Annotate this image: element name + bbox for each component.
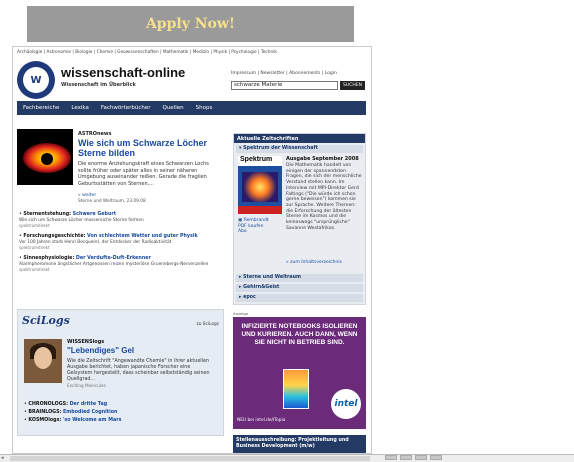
news-item: • Sinnesphysiologie: Der Verdufte-Duft-E… [19, 256, 209, 273]
face [34, 347, 52, 369]
link-abo[interactable]: Abo [238, 229, 284, 235]
scilogs-logo[interactable]: SciLogs [22, 314, 70, 327]
banner-label: Apply Now! [145, 16, 236, 32]
news-item: • Sternentstehung: Schwere Geburt Wie si… [19, 212, 144, 229]
news-source: spektrumdirekt [19, 245, 50, 251]
magazine-tab-gehirngeist[interactable]: ▸ Gehirn&Geist [236, 284, 363, 292]
astronews-more-link[interactable]: » weiter [78, 193, 96, 198]
news-desc: Alarmpheromone ängstlicher Artgenossen r… [19, 261, 209, 267]
news-category: Forschungsgeschichte: [23, 234, 86, 239]
webpage: Archäologie | Astronomie | Biologie | Ch… [12, 46, 372, 454]
intel-logo: intel [331, 389, 361, 419]
intel-ad[interactable]: INFIZIERTE NOTEBOOKS ISOLIEREN UND KURIE… [233, 317, 366, 429]
scilogs-link[interactable]: zu SciLogs [196, 322, 219, 327]
news-title-link[interactable]: Von schlechtem Wetter und guter Physik [87, 234, 198, 239]
blog-text: Wie die Zeitschrift "Angewandte Chemie" … [67, 359, 210, 388]
toc-link[interactable]: » zum Inhaltsverzeichnis [286, 260, 342, 265]
job-posting[interactable]: Stellenausschreibung: Projektleitung und… [233, 435, 366, 453]
magazines-title: Aktuelle Zeitschriften [234, 134, 365, 143]
utility-links[interactable]: Impressum | Newsletter | Abonnements | L… [231, 71, 337, 76]
tray-icon[interactable] [400, 455, 412, 460]
subject-links[interactable]: Archäologie | Astronomie | Biologie | Ch… [17, 50, 277, 55]
scrollbar-thumb[interactable] [10, 456, 370, 461]
astronews-headline[interactable]: Wie sich um Schwarze Löcher Sterne bilde… [78, 138, 218, 158]
cover-art [242, 172, 278, 202]
apply-now-banner[interactable]: Apply Now! [27, 6, 354, 42]
issue-description: Die Mathematik handelt von einigen der s… [286, 163, 362, 231]
blog-link-item: • CHRONOLOGS: Der dritte Tag [24, 402, 108, 407]
search-button[interactable]: SUCHEN [340, 81, 365, 90]
nav-quellen[interactable]: Quellen [156, 105, 189, 111]
issue-links: ▣ Rembrandt PDF kaufen Abo [238, 218, 284, 235]
brand-tagline: Wissenschaft im Überblick [61, 82, 136, 88]
news-desc: Wie sich um Schwarze Löcher massereiche … [19, 217, 144, 223]
blog-source: Exciting Molecules [67, 383, 106, 388]
news-title-link[interactable]: Schwere Geburt [73, 212, 116, 217]
news-title-link[interactable]: Der Verdufte-Duft-Erkenner [76, 256, 151, 261]
ad-visual [283, 369, 309, 409]
ad-footer: NEU bei intel.de/ITopia [237, 418, 286, 423]
magazine-cover[interactable]: Spektrum [238, 156, 282, 214]
ad-label: Anzeige [233, 311, 249, 316]
news-category: Sternentstehung: [23, 212, 72, 217]
tray-icon[interactable] [430, 455, 442, 460]
magazine-tab-suw[interactable]: ▸ Sterne und Weltraum [236, 274, 363, 282]
author-photo [24, 339, 62, 383]
magazine-tab-epoc[interactable]: ▸ epoc [236, 294, 363, 302]
magazines-box: Aktuelle Zeitschriften ▾ Spektrum der Wi… [233, 133, 366, 305]
scroll-left-icon[interactable]: ◂ [1, 455, 4, 461]
nav-fachbereiche[interactable]: Fachbereiche [17, 105, 65, 111]
tray-icon[interactable] [385, 455, 397, 460]
site-logo[interactable]: W [17, 61, 55, 99]
status-tray [385, 455, 442, 461]
black-hole [41, 153, 53, 165]
ad-headline: INFIZIERTE NOTEBOOKS ISOLIEREN UND KURIE… [241, 323, 358, 346]
blog-headline[interactable]: "Lebendiges" Gel [67, 346, 134, 355]
astronews-source: Sterne und Weltraum, 23.09.08 [78, 199, 146, 204]
news-source: spektrumdirekt [19, 223, 50, 229]
news-source: spektrumdirekt [19, 267, 50, 273]
horizontal-scrollbar[interactable]: ◂ [0, 454, 574, 462]
blog-link-item: • KOSMOlogs: 'so Welcome am Mars [24, 418, 122, 423]
magazine-brand: Spektrum [238, 156, 282, 166]
logo-letter: W [23, 67, 49, 93]
astronews-teaser: Die enorme Anziehungskraft eines Schwarz… [78, 161, 209, 187]
news-item: • Forschungsgeschichte: Von schlechtem W… [19, 234, 198, 251]
tray-icon[interactable] [415, 455, 427, 460]
news-desc: Vor 100 Jahren starb Henri Becquerel, de… [19, 239, 172, 245]
news-category: Sinnesphysiologie: [23, 256, 75, 261]
black-hole-image[interactable] [17, 129, 73, 185]
search-input[interactable]: schwarze Materie [231, 81, 338, 90]
nav-lexika[interactable]: Lexika [65, 105, 95, 111]
astronews-label: ASTROnews [78, 131, 112, 137]
blog-link[interactable]: Embodied Cognition [63, 410, 117, 415]
blog-link-item: • BRAINLOGS: Embodied Cognition [24, 410, 118, 415]
issue-title: Ausgabe September 2008 [286, 156, 359, 162]
main-nav: Fachbereiche Lexika Fachwörterbücher Que… [17, 101, 366, 115]
magazine-tab-spektrum[interactable]: ▾ Spektrum der Wissenschaft [236, 145, 363, 153]
nav-shops[interactable]: Shops [190, 105, 219, 111]
blog-name: WISSENSlogs [67, 339, 105, 345]
scilogs-box: SciLogs zu SciLogs WISSENSlogs "Lebendig… [17, 309, 224, 436]
blog-link[interactable]: Der dritte Tag [70, 402, 108, 407]
blog-links: • CHRONOLOGS: Der dritte Tag • BRAINLOGS… [24, 401, 121, 425]
blog-link[interactable]: 'so Welcome am Mars [63, 418, 122, 423]
brand-name[interactable]: wissenschaft-online [61, 65, 185, 80]
nav-fachwoerterbuecher[interactable]: Fachwörterbücher [95, 105, 157, 111]
cover-band [238, 206, 282, 214]
